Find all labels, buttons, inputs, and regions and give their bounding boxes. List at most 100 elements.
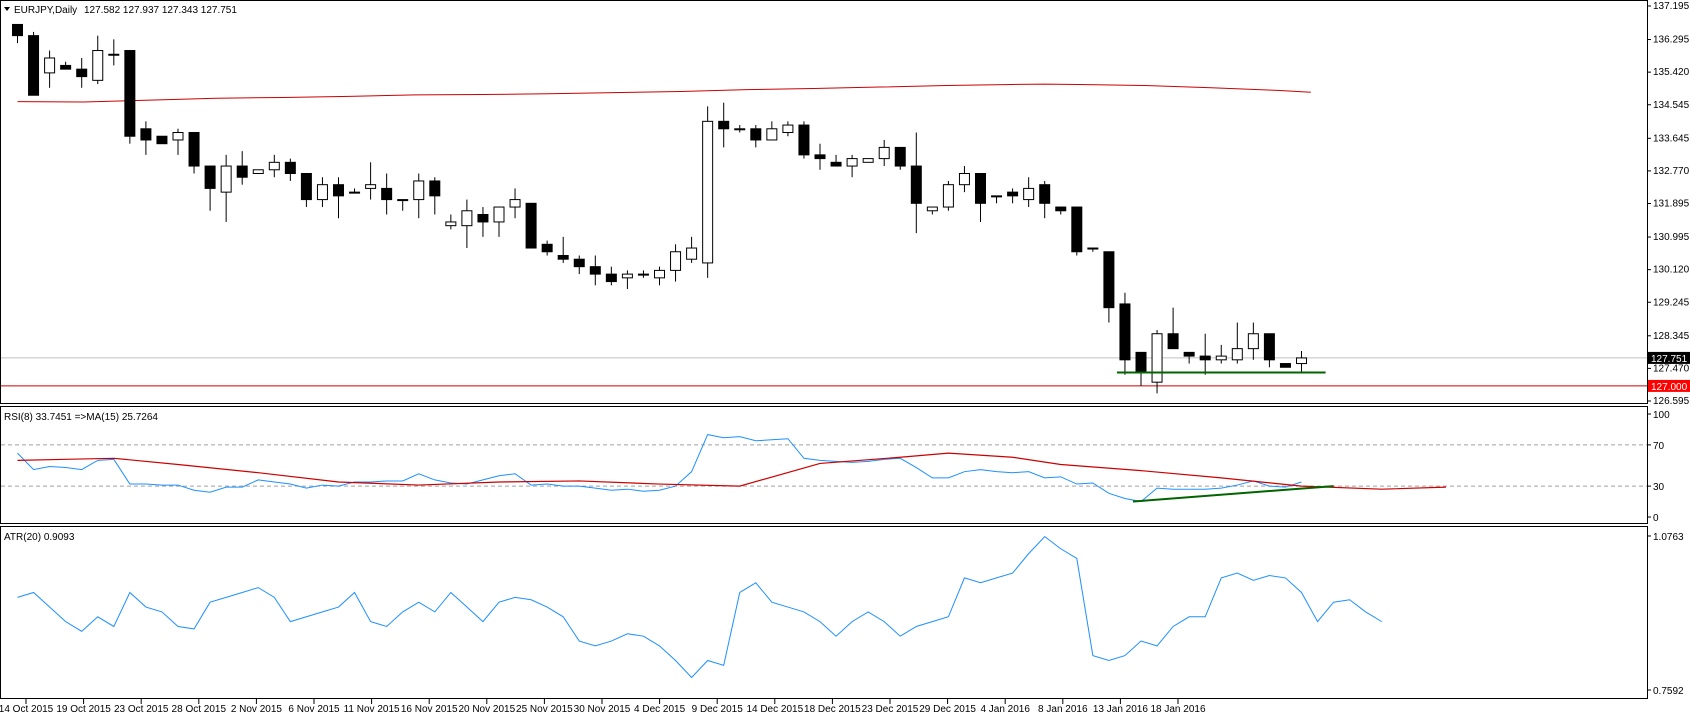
candle: [862, 158, 874, 163]
date-tick-label: 28 Oct 2015: [172, 704, 227, 715]
date-tick-label: 2 Nov 2015: [231, 704, 283, 715]
current-price-text: 127.751: [1651, 354, 1688, 365]
date-tick-label: 18 Jan 2016: [1150, 704, 1205, 715]
date-tick-label: 23 Oct 2015: [114, 704, 169, 715]
price-tick-label: 133.645: [1653, 133, 1690, 144]
candle-body: [525, 202, 537, 249]
candle-body: [557, 254, 569, 260]
candle-body: [1071, 206, 1083, 253]
candle-body: [750, 128, 762, 141]
candle-body: [28, 35, 40, 96]
candle-body: [718, 120, 730, 130]
candle: [124, 50, 136, 144]
candle-body: [461, 210, 473, 227]
price-tick-label: 126.595: [1653, 396, 1690, 407]
date-tick-label: 23 Dec 2015: [862, 704, 919, 715]
candle-body: [702, 120, 714, 264]
candle-body: [44, 57, 56, 74]
date-tick-label: 8 Jan 2016: [1038, 704, 1088, 715]
date-tick-label: 9 Dec 2015: [692, 704, 744, 715]
rsi-label: RSI(8) 33.7451 =>MA(15) 25.7264: [4, 412, 158, 423]
date-tick-label: 13 Jan 2016: [1093, 704, 1148, 715]
candle-body: [140, 128, 152, 141]
price-tick-label: 134.545: [1653, 100, 1690, 111]
candle-body: [92, 50, 104, 81]
candle-body: [942, 184, 954, 208]
candle-body: [734, 128, 746, 131]
date-tick-label: 18 Dec 2015: [804, 704, 861, 715]
date-tick-label: 19 Oct 2015: [56, 704, 111, 715]
candle-body: [333, 184, 344, 197]
atr-label: ATR(20) 0.9093: [4, 532, 75, 543]
candle-body: [300, 173, 312, 201]
candle: [525, 202, 537, 249]
chart-canvas: 137.195 136.295 135.420 134.545 133.645 132.7…: [0, 0, 1690, 715]
candle-body: [509, 199, 521, 208]
candle-body: [1023, 187, 1035, 201]
candle: [28, 31, 40, 96]
date-tick-label: 4 Dec 2015: [634, 704, 686, 715]
candle-body: [188, 132, 200, 167]
atr-panel: [0, 526, 1648, 699]
candle-body: [397, 199, 409, 202]
date-tick-label: 14 Dec 2015: [746, 704, 803, 715]
price-tick-label: 137.195: [1653, 1, 1690, 12]
price-tick-label: 136.295: [1653, 35, 1690, 46]
candle-body: [621, 273, 633, 279]
candle-body: [670, 251, 682, 271]
candle-body: [862, 158, 874, 163]
price-tick-label: 135.420: [1653, 67, 1690, 78]
candle-body: [830, 161, 842, 167]
candle-body: [220, 165, 232, 193]
candle-body: [172, 132, 184, 141]
date-tick-label: 30 Nov 2015: [574, 704, 631, 715]
candle-body: [589, 266, 601, 275]
price-tick-label: 132.770: [1653, 166, 1690, 177]
candle-body: [1103, 251, 1115, 309]
date-tick-label: 20 Nov 2015: [458, 704, 515, 715]
candle-body: [429, 180, 441, 197]
candle: [702, 106, 714, 278]
price-tick-label: 128.345: [1653, 331, 1690, 342]
candle-body: [1279, 363, 1291, 368]
candle-body: [493, 206, 505, 223]
candle-body: [124, 50, 136, 137]
rsi-tick-label: 0: [1653, 513, 1659, 524]
candle-body: [926, 206, 938, 212]
rsi-tick-label: 100: [1653, 410, 1670, 421]
rsi-tick-label: 70: [1653, 441, 1665, 452]
candle-body: [252, 169, 264, 175]
level-price-text: 127.000: [1651, 382, 1688, 393]
atr-tick-label: 0.7592: [1653, 686, 1684, 697]
candle-body: [381, 187, 393, 201]
price-panel: [0, 0, 1648, 404]
price-tick-label: 129.245: [1653, 297, 1690, 308]
rsi-tick-label: 30: [1653, 482, 1665, 493]
candle-body: [782, 124, 794, 134]
date-tick-label: 11 Nov 2015: [344, 704, 400, 715]
candle-body: [1263, 333, 1275, 361]
candle-body: [1055, 206, 1067, 212]
candle-body: [894, 146, 906, 167]
candle-body: [605, 273, 617, 283]
candle: [252, 169, 264, 175]
candle-body: [316, 184, 328, 201]
date-tick-label: 25 Nov 2015: [516, 704, 573, 715]
date-tick-label: 29 Dec 2015: [919, 704, 976, 715]
price-tick-label: 130.995: [1653, 232, 1690, 243]
ohlc-label: 127.582 127.937 127.343 127.751: [84, 5, 237, 16]
candle: [156, 135, 168, 145]
candle-body: [958, 173, 970, 186]
candle-body: [766, 128, 778, 141]
candle-body: [846, 158, 858, 167]
candle-body: [910, 165, 922, 204]
date-tick-label: 6 Nov 2015: [288, 704, 340, 715]
candle-body: [878, 146, 890, 160]
candle-body: [76, 68, 88, 78]
candle-body: [413, 180, 425, 201]
candle-body: [654, 269, 665, 279]
candle-body: [349, 191, 361, 194]
candle-body: [1007, 191, 1019, 197]
price-tick-label: 130.120: [1653, 265, 1690, 276]
symbol-label: EURJPY,Daily: [14, 5, 77, 16]
